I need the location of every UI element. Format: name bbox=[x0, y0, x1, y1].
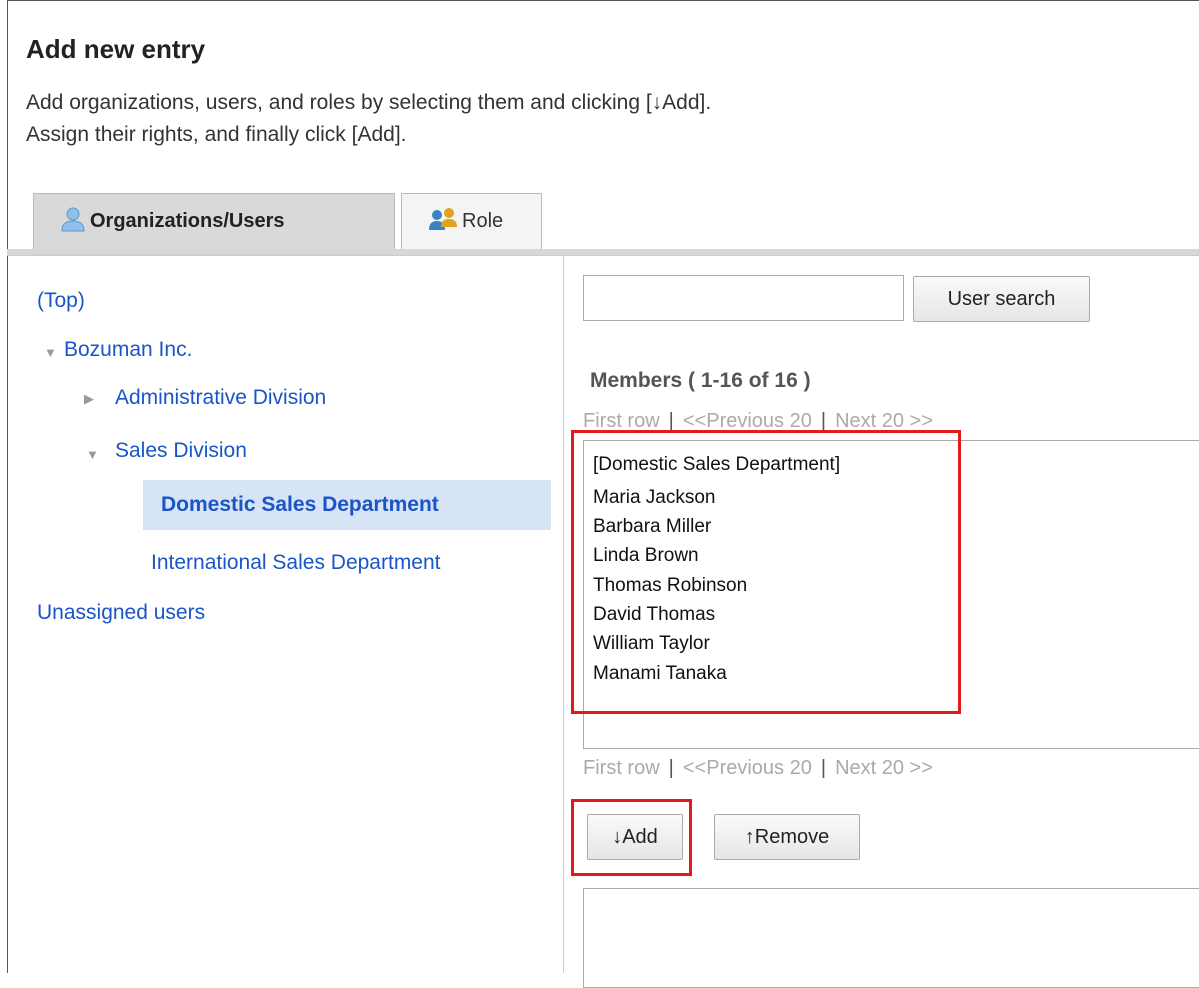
triangle-right-icon[interactable]: ▶ bbox=[84, 391, 94, 407]
page-description: Add organizations, users, and roles by s… bbox=[26, 87, 711, 151]
pager-first-row: First row bbox=[583, 410, 660, 432]
pager-separator: | bbox=[820, 410, 827, 432]
list-item[interactable]: Thomas Robinson bbox=[593, 575, 747, 597]
list-item[interactable]: Maria Jackson bbox=[593, 487, 716, 509]
pager-separator: | bbox=[668, 410, 674, 432]
description-line-1: Add organizations, users, and roles by s… bbox=[26, 91, 712, 114]
pager-separator: | bbox=[668, 757, 674, 779]
tree-item-top[interactable]: (Top) bbox=[37, 289, 85, 313]
tree-item-administrative-division[interactable]: Administrative Division bbox=[115, 386, 326, 410]
pager-first-row: First row bbox=[583, 757, 660, 779]
tab-bar: Organizations/Users Role bbox=[7, 193, 1199, 255]
pager-bottom: First row | <<Previous 20 | Next 20 >> bbox=[583, 757, 933, 780]
pager-previous: <<Previous 20 bbox=[682, 757, 812, 779]
tree-item-domestic-sales[interactable]: Domestic Sales Department bbox=[161, 493, 439, 517]
tree-item-unassigned-users[interactable]: Unassigned users bbox=[37, 601, 205, 625]
list-item[interactable]: Manami Tanaka bbox=[593, 663, 727, 685]
triangle-down-icon[interactable]: ▼ bbox=[44, 345, 57, 360]
description-line-2: Assign their rights, and finally click [… bbox=[26, 123, 407, 146]
user-icon bbox=[60, 206, 86, 238]
triangle-down-icon[interactable]: ▼ bbox=[86, 447, 99, 462]
list-item[interactable]: David Thomas bbox=[593, 604, 715, 626]
remove-button[interactable]: ↑Remove bbox=[714, 814, 860, 860]
list-item[interactable]: William Taylor bbox=[593, 633, 710, 655]
tab-label: Role bbox=[462, 210, 504, 232]
pager-previous: <<Previous 20 bbox=[682, 410, 812, 432]
pager-next: Next 20 >> bbox=[835, 757, 933, 779]
members-listbox[interactable]: [Domestic Sales Department] Maria Jackso… bbox=[583, 440, 1199, 749]
list-item[interactable]: Linda Brown bbox=[593, 545, 699, 567]
tab-organizations-users[interactable]: Organizations/Users bbox=[33, 193, 395, 249]
list-item[interactable]: Barbara Miller bbox=[593, 516, 711, 538]
tree-item-international-sales[interactable]: International Sales Department bbox=[151, 551, 441, 575]
add-button[interactable]: ↓Add bbox=[587, 814, 683, 860]
tab-role[interactable]: Role bbox=[401, 193, 542, 249]
pager-top: First row | <<Previous 20 | Next 20 >> bbox=[583, 410, 933, 433]
members-title: Members ( 1-16 of 16 ) bbox=[590, 369, 811, 392]
pager-next: Next 20 >> bbox=[835, 410, 933, 432]
tab-label: Organizations/Users bbox=[90, 210, 285, 232]
role-icon bbox=[428, 207, 458, 237]
user-search-button[interactable]: User search bbox=[913, 276, 1090, 322]
pager-separator: | bbox=[820, 757, 827, 779]
list-item[interactable]: [Domestic Sales Department] bbox=[593, 454, 840, 476]
user-search-input[interactable] bbox=[583, 275, 904, 321]
selected-entries-listbox[interactable] bbox=[583, 888, 1199, 988]
tree-item-sales-division[interactable]: Sales Division bbox=[115, 439, 247, 463]
page-title: Add new entry bbox=[26, 34, 206, 64]
tree-item-company[interactable]: Bozuman Inc. bbox=[64, 338, 192, 362]
divider bbox=[7, 255, 1199, 256]
